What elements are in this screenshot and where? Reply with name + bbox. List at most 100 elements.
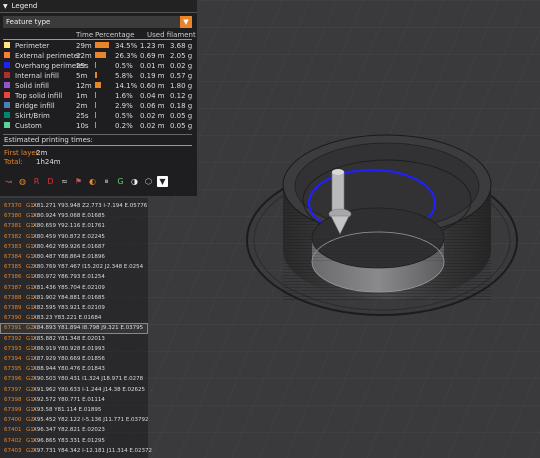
feature-row[interactable]: Custom 10s 0.2% 0.02 m 0.05 g [0, 122, 197, 131]
total-value: 1h24m [36, 158, 61, 166]
gcode-params: X80.972 Y86.793 E.01254 [33, 274, 105, 281]
tool-changes-icon[interactable]: ⚑ [73, 176, 84, 187]
feature-length: 0.06 m [140, 102, 165, 110]
gcode-params: X96.347 Y82.821 E.02023 [33, 427, 105, 434]
feature-name: Top solid infill [15, 92, 63, 100]
gcode-params: X85.882 Y81.348 E.02013 [33, 335, 105, 342]
divider [3, 145, 192, 146]
gcode-line[interactable]: 67403 G2 X97.731 Y84.342 I-12.181 J11.314 … [0, 446, 152, 457]
legend-header[interactable]: ▼ Legend [0, 0, 197, 13]
travel-icon[interactable]: ↝ [3, 176, 14, 187]
divider [3, 134, 192, 135]
color-swatch [4, 92, 10, 98]
feature-percentage: 5.8% [115, 72, 133, 80]
gcode-viewer[interactable]: 67370 G1 X81.271 Y93.948 Z2.773 I-7.194 E.… [0, 198, 152, 458]
gcode-line-number: 67396 [4, 376, 22, 383]
feature-percentage: 34.5% [115, 42, 138, 50]
gcode-params: X90.503 Y80.431 I1.324 J18.971 E.0278 [33, 376, 144, 383]
gcode-params: X80.769 Y87.467 I15.202 J2.348 E.0254 [33, 264, 144, 271]
gcode-line-number: 67400 [4, 417, 22, 424]
visibility-toolbar: ↝ ◍ R D ≈ ⚑ ◐ ⏸ G ◑ ⬡ ▼ [3, 176, 168, 190]
pause-prints-icon[interactable]: ⏸ [101, 176, 112, 187]
tool-marker-icon[interactable]: ▼ [157, 176, 168, 187]
legend-panel: ▼ Legend Feature type ▼ Time Percentage … [0, 0, 197, 196]
gcode-line-number: 67398 [4, 396, 22, 403]
gcode-params: X80.659 Y92.116 E.01761 [33, 223, 105, 230]
gcode-line-number: 67392 [4, 335, 22, 342]
gcode-params: X88.944 Y80.476 E.01843 [33, 366, 105, 373]
percentage-bar [95, 82, 101, 88]
color-changes-icon[interactable]: ◐ [87, 176, 98, 187]
feature-row[interactable]: Overhang perimeter 25s 0.5% 0.01 m 0.02 g [0, 62, 197, 71]
feature-row[interactable]: External perimeter 22m 26.3% 0.69 m 2.05 g [0, 52, 197, 61]
legend-column-headers: Time Percentage Used filament [0, 30, 197, 39]
feature-length: 0.02 m [140, 122, 165, 130]
gcode-params: X92.572 Y80.771 E.01114 [33, 396, 105, 403]
retractions-icon[interactable]: R [31, 176, 42, 187]
gcode-params: X80.462 Y89.926 E.01687 [33, 243, 105, 250]
feature-row[interactable]: Top solid infill 1m 1.6% 0.04 m 0.12 g [0, 92, 197, 101]
feature-length: 0.02 m [140, 112, 165, 120]
feature-time: 5m [76, 72, 88, 80]
gcode-params: X80.487 Y88.864 E.01896 [33, 254, 105, 260]
feature-length: 0.04 m [140, 92, 165, 100]
gcode-params: X95.452 Y82.122 I-5.136 J11.771 E.03792 [33, 417, 149, 424]
feature-percentage: 1.6% [115, 92, 133, 100]
gcode-line-number: 67387 [4, 284, 22, 291]
feature-row[interactable]: Skirt/Brim 25s 0.5% 0.02 m 0.05 g [0, 112, 197, 121]
feature-time: 10s [76, 122, 89, 130]
shells-icon[interactable]: ⬡ [143, 176, 154, 187]
collapse-triangle-icon[interactable]: ▼ [3, 3, 8, 10]
feature-percentage: 0.5% [115, 62, 133, 70]
color-swatch [4, 72, 10, 78]
gcode-params: X96.865 Y83.331 E.01295 [33, 437, 105, 444]
color-swatch [4, 102, 10, 108]
column-used-filament: Used filament [147, 31, 196, 39]
gcode-params: X80.924 Y93.068 E.01685 [33, 213, 105, 220]
gcode-params: X93.58 Y81.114 E.01895 [33, 407, 102, 413]
gcode-line-number: 67395 [4, 366, 22, 373]
view-type-value: Feature type [6, 18, 51, 26]
feature-length: 0.19 m [140, 72, 165, 80]
gcode-line-number: 67397 [4, 386, 22, 393]
color-swatch [4, 62, 10, 68]
total-label: Total: [4, 158, 23, 166]
gcode-line-number: 67382 [4, 233, 22, 240]
gcode-params: X80.459 Y90.872 E.02245 [33, 233, 105, 240]
seams-icon[interactable]: ≈ [59, 176, 70, 187]
feature-percentage: 0.5% [115, 112, 133, 120]
feature-weight: 1.80 g [170, 82, 193, 90]
feature-percentage: 14.1% [115, 82, 138, 90]
gcode-params: X87.929 Y80.669 E.01856 [33, 356, 105, 362]
feature-row[interactable]: Perimeter 29m 34.5% 1.23 m 3.68 g [0, 42, 197, 51]
gcode-line-number: 67383 [4, 243, 22, 250]
feature-time: 2m [76, 102, 88, 110]
chevron-down-icon[interactable]: ▼ [180, 16, 192, 28]
feature-time: 25s [76, 112, 89, 120]
gcode-line-number: 67399 [4, 407, 22, 413]
feature-weight: 0.05 g [170, 112, 193, 120]
view-type-dropdown[interactable]: Feature type ▼ [3, 16, 192, 28]
feature-weight: 0.57 g [170, 72, 193, 80]
percentage-bar [95, 112, 96, 118]
gcode-line-number: 67388 [4, 294, 22, 301]
wipe-icon[interactable]: ◍ [17, 176, 28, 187]
feature-name: Perimeter [15, 42, 50, 50]
gcode-line-number: 67389 [4, 305, 22, 311]
gcode-params: X91.962 Y80.633 I-1.244 J14.38 E.02625 [33, 386, 146, 393]
percentage-bar [95, 42, 109, 48]
feature-row[interactable]: Solid infill 12m 14.1% 0.60 m 1.80 g [0, 82, 197, 91]
feature-time: 29m [76, 42, 92, 50]
feature-name: Internal infill [15, 72, 59, 80]
feature-row[interactable]: Bridge infill 2m 2.9% 0.06 m 0.18 g [0, 102, 197, 111]
custom-gcode-icon[interactable]: G [115, 176, 126, 187]
feature-weight: 0.12 g [170, 92, 193, 100]
gcode-line-number: 67402 [4, 437, 22, 444]
center-of-gravity-icon[interactable]: ◑ [129, 176, 140, 187]
feature-row[interactable]: Internal infill 5m 5.8% 0.19 m 0.57 g [0, 72, 197, 81]
feature-time: 22m [76, 52, 92, 60]
gcode-line-number: 67391 [4, 325, 22, 332]
deretractions-icon[interactable]: D [45, 176, 56, 187]
percentage-bar [95, 62, 96, 68]
feature-weight: 3.68 g [170, 42, 193, 50]
